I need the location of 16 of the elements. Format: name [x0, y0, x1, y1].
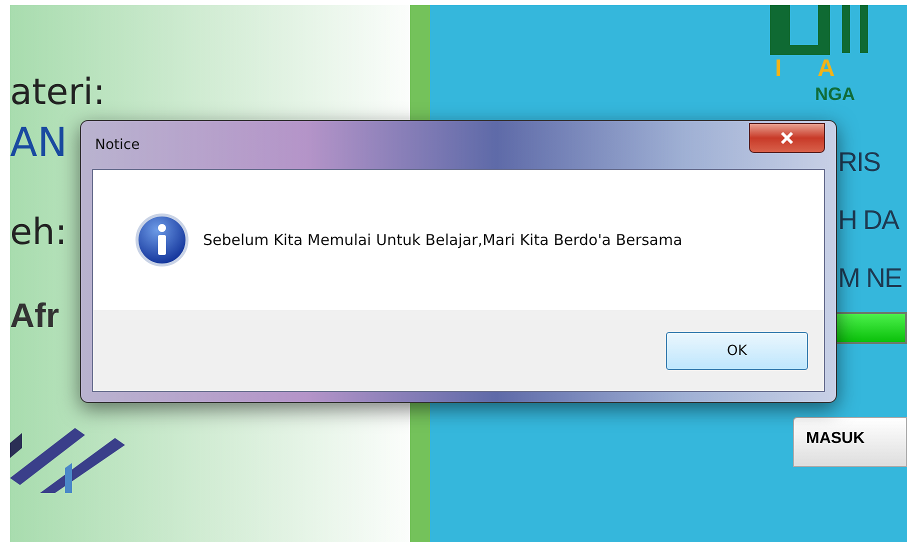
ok-button[interactable]: OK: [666, 332, 808, 370]
close-icon: [780, 132, 794, 144]
window-title: Notice: [95, 137, 140, 153]
logo-text: I A: [775, 55, 836, 84]
background-text: M NE: [838, 262, 902, 295]
logo-tagline: NGA: [815, 84, 856, 105]
background-text: RIS: [838, 146, 880, 179]
dialog-message: Sebelum Kita Memulai Untuk Belajar,Mari Kita Berdo'a Bersama: [203, 231, 682, 249]
background-text: Afr: [10, 299, 60, 333]
enter-button[interactable]: MASUK: [793, 416, 907, 467]
background-text: H DA: [838, 204, 899, 237]
close-button[interactable]: [749, 123, 825, 153]
background-text: AN: [10, 123, 68, 163]
info-icon: [135, 213, 189, 267]
background-text: ateri:: [10, 75, 106, 111]
background-text: eh:: [10, 215, 68, 251]
